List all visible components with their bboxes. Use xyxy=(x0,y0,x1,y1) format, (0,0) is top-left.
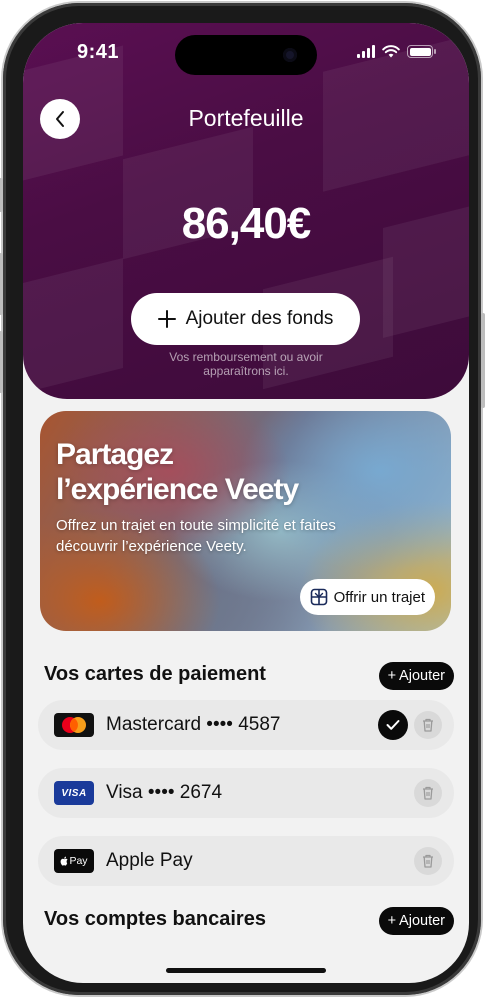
promo-description: Offrez un trajet en toute simplicité et … xyxy=(56,517,336,555)
wifi-icon xyxy=(382,45,400,58)
promo-title: Partagez l’expérience Veety xyxy=(56,437,299,507)
apple-icon xyxy=(61,856,68,866)
home-indicator[interactable] xyxy=(166,968,326,973)
delete-card-button[interactable] xyxy=(414,847,442,875)
payment-card-row[interactable]: VISA Visa •••• 2674 xyxy=(38,768,454,818)
plus-icon: + xyxy=(387,913,397,929)
wallet-balance: 86,40€ xyxy=(181,199,312,248)
phone-frame: 9:41 Portefeuille 86,40€ Ajouter des fon… xyxy=(0,3,485,995)
battery-icon xyxy=(407,45,436,58)
app-screen: 9:41 Portefeuille 86,40€ Ajouter des fon… xyxy=(23,23,469,983)
apple-pay-logo-icon: Pay xyxy=(54,849,94,873)
visa-logo-icon: VISA xyxy=(54,781,94,805)
add-card-label: Ajouter xyxy=(399,668,445,684)
cellular-signal-icon xyxy=(357,45,375,58)
gift-icon xyxy=(310,588,327,606)
trash-icon xyxy=(423,718,433,732)
delete-card-button[interactable] xyxy=(414,779,442,807)
add-card-button[interactable]: + Ajouter xyxy=(378,662,454,690)
trash-icon xyxy=(423,786,433,800)
card-name: Visa •••• 2674 xyxy=(106,782,223,803)
phone-side-button xyxy=(0,178,3,212)
promo-banner: Partagez l’expérience Veety Offrez un tr… xyxy=(40,411,451,631)
refund-note-line: apparaîtrons ici. xyxy=(203,364,289,378)
promo-title-line: Partagez xyxy=(56,438,174,471)
add-funds-label: Ajouter des fonds xyxy=(185,308,334,329)
add-bank-account-button[interactable]: + Ajouter xyxy=(378,907,454,935)
refund-note-line: Vos remboursement ou avoir xyxy=(169,350,323,364)
phone-side-button xyxy=(0,331,3,393)
status-time: 9:41 xyxy=(77,41,120,63)
plus-icon xyxy=(157,310,176,328)
phone-side-button xyxy=(481,313,485,408)
visa-logo-text: VISA xyxy=(61,787,87,799)
mastercard-logo-icon xyxy=(54,713,94,737)
plus-icon: + xyxy=(387,668,397,684)
payment-card-row[interactable]: Pay Apple Pay xyxy=(38,836,454,886)
trash-icon xyxy=(423,854,433,868)
gift-ride-button[interactable]: Offrir un trajet xyxy=(299,579,435,615)
wallet-header: 9:41 Portefeuille 86,40€ Ajouter des fon… xyxy=(23,23,469,399)
promo-title-line: l’expérience Veety xyxy=(56,473,299,506)
gift-ride-label: Offrir un trajet xyxy=(333,588,425,606)
status-icons xyxy=(357,45,436,58)
add-funds-button[interactable]: Ajouter des fonds xyxy=(131,293,360,345)
phone-side-button xyxy=(0,253,3,315)
payment-card-row[interactable]: Mastercard •••• 4587 xyxy=(38,700,454,750)
refund-note: Vos remboursement ou avoir apparaîtrons … xyxy=(23,350,469,378)
apple-pay-logo-text: Pay xyxy=(69,855,88,867)
camera-icon xyxy=(283,48,297,62)
payment-cards-title: Vos cartes de paiement xyxy=(44,663,266,685)
page-title: Portefeuille xyxy=(188,105,304,131)
bank-accounts-title: Vos comptes bancaires xyxy=(44,908,266,930)
card-name: Apple Pay xyxy=(106,850,193,871)
add-bank-account-label: Ajouter xyxy=(399,913,445,929)
card-name: Mastercard •••• 4587 xyxy=(106,714,281,735)
selected-check-icon[interactable] xyxy=(378,710,408,740)
delete-card-button[interactable] xyxy=(414,711,442,739)
dynamic-island xyxy=(175,35,317,75)
